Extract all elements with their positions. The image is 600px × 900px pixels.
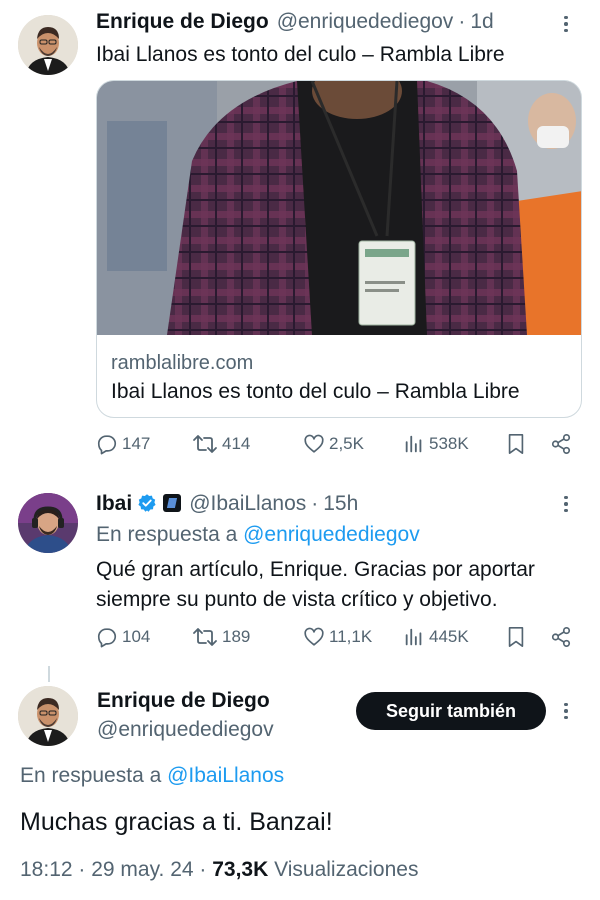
reply-prefix: En respuesta a (96, 523, 244, 546)
timestamp[interactable]: 15h (323, 492, 358, 516)
reply-context: En respuesta a @enriquedediegov (96, 520, 420, 550)
more-icon[interactable] (554, 492, 578, 516)
action-bar: 104 189 11,1K 445K (96, 626, 576, 656)
card-domain: ramblalibre.com (111, 352, 254, 374)
separator: · (311, 492, 319, 515)
tweet-2[interactable]: Ibai @IbaiLlanos · 15h En respuesta a @e… (0, 480, 600, 670)
reply-prefix: En respuesta a (20, 764, 168, 787)
focused-reply-context: En respuesta a @IbaiLlanos (20, 764, 284, 788)
like-button[interactable]: 2,5K (303, 433, 364, 455)
more-icon[interactable] (554, 12, 578, 36)
tweet-text: Ibai Llanos es tonto del culo – Rambla L… (96, 43, 505, 66)
like-count: 2,5K (329, 434, 364, 453)
reply-button[interactable]: 147 (96, 433, 150, 455)
bookmark-icon[interactable] (506, 433, 526, 455)
focused-author-handle[interactable]: @enriquedediegov (97, 718, 274, 742)
views-total: 73,3K (212, 858, 269, 881)
views-label: Visualizaciones (268, 858, 419, 881)
share-icon[interactable] (550, 433, 572, 455)
like-icon (303, 433, 325, 455)
focused-avatar[interactable] (18, 686, 78, 746)
like-count: 11,1K (329, 627, 373, 646)
reply-count: 147 (122, 434, 151, 453)
follow-button[interactable]: Seguir también (356, 692, 546, 730)
retweet-count: 414 (222, 434, 251, 453)
views-count: 538K (429, 434, 469, 453)
reply-button[interactable]: 104 (96, 626, 150, 648)
focused-tweet-text: Muchas gracias a ti. Banzai! (20, 808, 333, 836)
reply-count: 104 (122, 627, 151, 646)
author-handle[interactable]: @IbaiLlanos (189, 492, 306, 516)
author-name[interactable]: Enrique de Diego (96, 10, 269, 34)
verified-icon (137, 493, 157, 519)
avatar[interactable] (18, 493, 78, 553)
retweet-button[interactable]: 414 (192, 433, 250, 455)
tweet-meta-footer: 18:12 · 29 may. 24 · 73,3K Visualizacion… (20, 858, 418, 882)
card-image[interactable] (97, 81, 581, 335)
tweet-date[interactable]: 18:12 · 29 may. 24 · (20, 858, 212, 881)
timestamp[interactable]: 1d (470, 10, 493, 34)
author-name[interactable]: Ibai (96, 492, 132, 516)
views-icon (403, 433, 425, 455)
affiliate-badge-icon (163, 494, 182, 512)
retweet-icon (192, 626, 218, 648)
avatar[interactable] (18, 15, 78, 75)
thread-connector (48, 666, 50, 682)
bookmark-icon[interactable] (506, 626, 526, 648)
like-button[interactable]: 11,1K (303, 626, 372, 648)
focused-author-name[interactable]: Enrique de Diego (97, 689, 270, 713)
reply-icon (96, 433, 118, 455)
more-icon[interactable] (554, 699, 578, 723)
views-icon (403, 626, 425, 648)
reply-mention-link[interactable]: @IbaiLlanos (167, 764, 284, 787)
views-count: 445K (429, 627, 469, 646)
reply-mention-link[interactable]: @enriquedediegov (243, 523, 420, 546)
like-icon (303, 626, 325, 648)
share-icon[interactable] (550, 626, 572, 648)
reply-icon (96, 626, 118, 648)
tweet-text-line-1: Qué gran artículo, Enrique. Gracias por … (96, 558, 535, 581)
retweet-count: 189 (222, 627, 251, 646)
retweet-icon (192, 433, 218, 455)
author-handle[interactable]: @enriquedediegov (277, 10, 454, 34)
action-bar: 147 414 2,5K 538K (96, 433, 576, 463)
separator: · (458, 10, 466, 33)
tweet-header: Ibai @IbaiLlanos · 15h (96, 490, 358, 516)
link-card[interactable]: ramblalibre.com Ibai Llanos es tonto del… (96, 80, 582, 418)
tweet-1[interactable]: Enrique de Diego @enriquedediegov · 1d I… (0, 0, 600, 480)
retweet-button[interactable]: 189 (192, 626, 250, 648)
views-button[interactable]: 538K (403, 433, 469, 455)
views-button[interactable]: 445K (403, 626, 469, 648)
tweet-header: Enrique de Diego @enriquedediegov · 1d (96, 10, 494, 34)
card-title: Ibai Llanos es tonto del culo – Rambla L… (111, 380, 520, 403)
card-meta[interactable]: ramblalibre.com Ibai Llanos es tonto del… (97, 335, 581, 417)
tweet-text-line-2: siempre su punto de vista crítico y obje… (96, 588, 498, 611)
